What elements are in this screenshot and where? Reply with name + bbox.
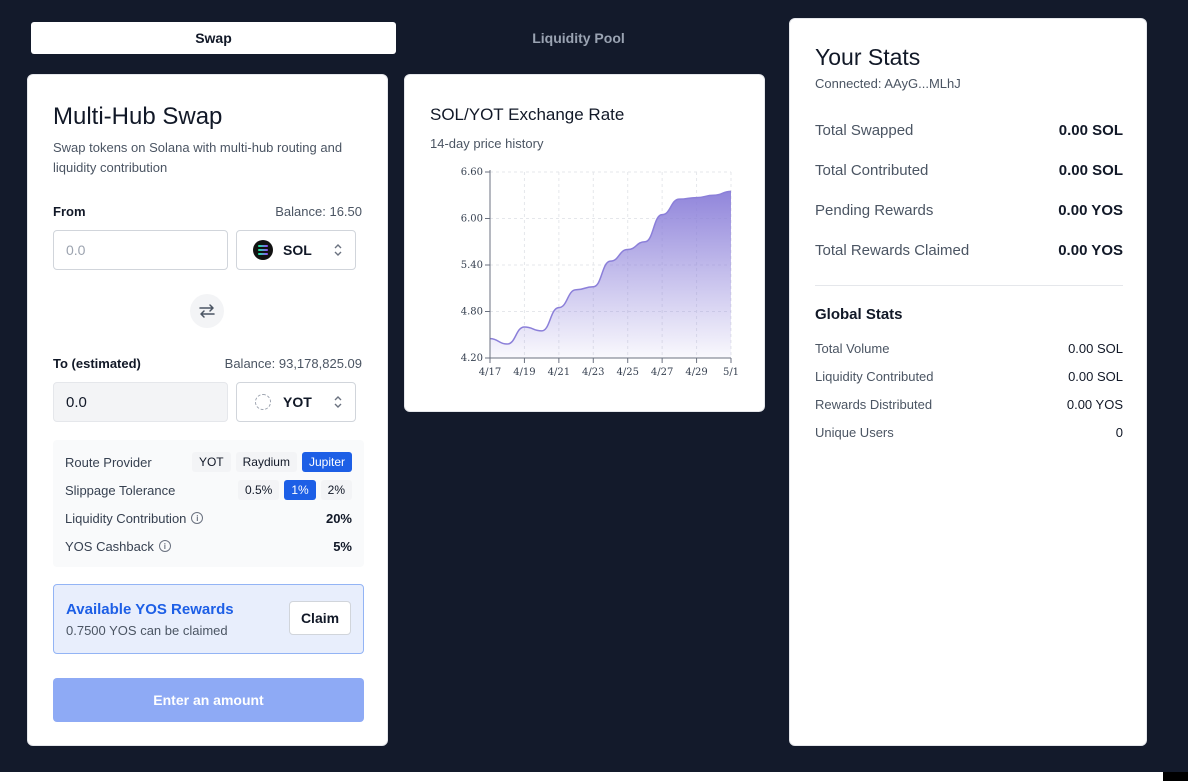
swap-title: Multi-Hub Swap [53,103,223,130]
x-tick-label: 4/23 [582,367,604,378]
stat-label: Pending Rewards [815,201,934,219]
global-stat-row: Total Volume 0.00 SOL [815,339,1123,357]
x-tick-label: 5/1 [723,367,739,378]
stat-label: Rewards Distributed [815,396,933,412]
divider [815,285,1123,286]
stat-value: 0.00 SOL [1058,161,1123,179]
to-token-name: YOT [283,394,312,410]
rewards-subtitle: 0.7500 YOS can be claimed [66,623,228,638]
from-token-name: SOL [283,242,312,258]
tab-liquidity-pool[interactable]: Liquidity Pool [396,22,761,54]
x-tick-label: 4/17 [479,367,501,378]
yot-icon [255,394,271,410]
stat-label: Liquidity Contributed [815,368,934,384]
stats-title: Your Stats [815,44,921,70]
slippage-option-2[interactable]: 2% [320,480,352,500]
rewards-title: Available YOS Rewards [66,601,234,618]
stat-label: Total Contributed [815,161,929,179]
stat-label: Unique Users [815,424,894,440]
wallet-connected: Connected: AAyG...MLhJ [815,76,961,91]
to-label: To (estimated) [53,356,141,371]
stat-label: Total Rewards Claimed [815,241,970,259]
stat-row: Pending Rewards 0.00 YOS [815,199,1123,221]
stat-row: Total Contributed 0.00 SOL [815,159,1123,181]
y-tick-label: 6.00 [461,214,483,225]
x-tick-label: 4/27 [651,367,673,378]
from-token-select[interactable]: SOL [236,230,356,270]
stat-label: Total Volume [815,340,890,356]
stat-value: 0 [1115,424,1123,440]
exchange-rate-chart: 4.20 4.80 5.40 6.00 6.60 4/17 4/19 4/21 4/23 4/25… [461,167,739,378]
cashback-label: YOS Cashback [65,538,154,554]
stats-card: Your Stats Connected: AAyG...MLhJ Total … [789,18,1147,746]
from-label: From [53,204,86,219]
from-balance: Balance: 16.50 [275,204,362,219]
slippage-row: Slippage Tolerance 0.5% 1% 2% [65,479,352,501]
stat-value: 0.00 YOS [1058,241,1123,259]
route-option-yot[interactable]: YOT [191,452,231,472]
y-tick-label: 5.40 [461,260,483,271]
slippage-option-1[interactable]: 1% [284,480,316,500]
submit-swap-button[interactable]: Enter an amount [53,678,364,722]
main-tabs: Swap Liquidity Pool [31,22,761,54]
route-option-jupiter[interactable]: Jupiter [301,452,352,472]
route-provider-row: Route Provider YOT Raydium Jupiter [65,451,352,473]
stat-row: Total Rewards Claimed 0.00 YOS [815,239,1123,261]
cashback-value: 5% [333,538,352,554]
info-icon[interactable]: i [158,540,171,552]
stat-value: 0.00 YOS [1058,201,1123,219]
stat-value: 0.00 YOS [1066,396,1123,412]
exchange-rate-card: SOL/YOT Exchange Rate 14-day price histo… [404,74,765,412]
to-token-select[interactable]: YOT [236,382,356,422]
route-option-raydium[interactable]: Raydium [235,452,297,472]
stat-value: 0.00 SOL [1068,368,1123,384]
cashback-row: YOS Cashback i 5% [65,535,352,557]
chevron-up-down-icon [334,244,342,256]
global-stat-row: Liquidity Contributed 0.00 SOL [815,367,1123,385]
x-tick-label: 4/25 [616,367,638,378]
route-settings: Route Provider YOT Raydium Jupiter Slipp… [53,440,364,567]
stat-value: 0.00 SOL [1068,340,1123,356]
liquidity-contribution-row: Liquidity Contribution i 20% [65,507,352,529]
route-provider-label: Route Provider [65,454,152,470]
info-icon[interactable]: i [191,512,204,524]
bottom-corner [1163,772,1188,781]
stat-value: 0.00 SOL [1058,121,1123,139]
stat-label: Total Swapped [815,121,914,139]
x-tick-label: 4/19 [513,367,535,378]
x-tick-label: 4/29 [685,367,707,378]
slippage-option-0-5[interactable]: 0.5% [237,480,280,500]
area-fill [490,191,731,358]
swap-direction-button[interactable] [190,294,224,328]
chevron-up-down-icon [334,396,342,408]
bottom-strip [0,772,1163,781]
sol-icon [253,240,273,260]
claim-button[interactable]: Claim [289,601,351,635]
y-tick-label: 6.60 [461,167,483,178]
liquidity-contribution-value: 20% [325,510,352,526]
stat-row: Total Swapped 0.00 SOL [815,119,1123,141]
swap-card: Multi-Hub Swap Swap tokens on Solana wit… [27,74,388,746]
to-amount-field [53,382,228,422]
slippage-label: Slippage Tolerance [65,482,176,498]
global-stats-title: Global Stats [815,306,903,323]
global-stat-row: Rewards Distributed 0.00 YOS [815,395,1123,413]
rewards-panel: Available YOS Rewards 0.7500 YOS can be … [53,584,364,654]
y-tick-label: 4.80 [461,307,483,318]
swap-arrows-icon [199,304,215,318]
x-tick-label: 4/21 [548,367,570,378]
global-stat-row: Unique Users 0 [815,423,1123,441]
tab-swap[interactable]: Swap [31,22,396,54]
from-amount-input[interactable] [53,230,228,270]
to-balance: Balance: 93,178,825.09 [224,356,362,371]
liquidity-contribution-label: Liquidity Contribution [65,510,187,526]
swap-description: Swap tokens on Solana with multi-hub rou… [53,140,343,175]
y-tick-label: 4.20 [461,353,483,364]
